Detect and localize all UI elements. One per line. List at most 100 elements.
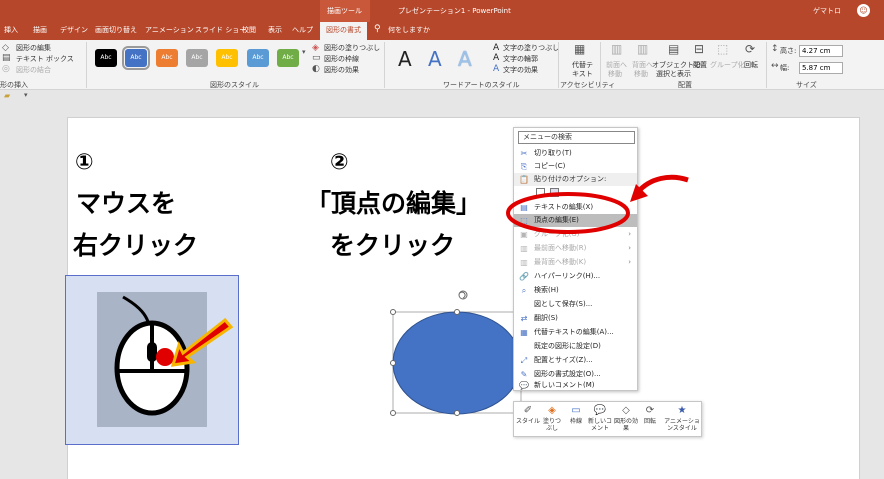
tab-view[interactable]: 表示 — [268, 25, 282, 35]
shape-effects-button[interactable]: 図形の効果 — [324, 65, 359, 75]
tell-me-box[interactable]: 何をしますか — [388, 25, 430, 35]
pointer-curve — [636, 174, 689, 194]
shape-outline-button[interactable]: 図形の枠線 — [324, 54, 359, 64]
mini-fill-button[interactable]: ◈ 塗りつぶし — [540, 404, 564, 432]
style-swatch-blue[interactable]: Abc — [122, 46, 150, 70]
text-box-button[interactable]: テキスト ボックス — [16, 54, 74, 64]
tab-animations[interactable]: アニメーション — [145, 25, 194, 35]
rotate-icon[interactable]: ⟳ — [745, 42, 755, 56]
menu-item-translate[interactable]: ⇄ 翻訳(S) — [514, 312, 637, 325]
textbox-icon[interactable]: ▤ — [2, 53, 11, 63]
mini-label: スタイル — [516, 418, 541, 425]
style-swatch-gray[interactable]: Abc — [186, 49, 208, 67]
wordart-light[interactable]: A — [458, 47, 472, 71]
send-backward-line2: 移動 — [634, 70, 648, 78]
pen-icon[interactable]: ▭ — [312, 53, 321, 63]
shape-edit-icon[interactable]: ◇ — [2, 43, 9, 53]
resize-handle[interactable] — [390, 360, 396, 366]
menu-search-input[interactable]: メニューの検索 — [518, 131, 635, 144]
paint-bucket-icon[interactable]: ◈ — [312, 43, 319, 53]
mini-effects-button[interactable]: ◇ 図形の効果 — [614, 404, 638, 432]
mini-label: 塗りつぶし — [542, 418, 562, 432]
blue-ellipse[interactable] — [392, 311, 522, 415]
menu-item-set-default[interactable]: 既定の図形に設定(D) — [514, 340, 637, 353]
ribbon-tabs: 挿入 描画 デザイン 画面切り替え アニメーション スライド ショー 校閲 表示… — [0, 22, 884, 40]
mini-rotate-button[interactable]: ⟳ 回転 — [638, 404, 662, 425]
document-title: プレゼンテーション1 - PowerPoint — [398, 7, 511, 15]
style-swatch-black[interactable]: Abc — [95, 49, 117, 67]
menu-item-save-as-picture[interactable]: 図として保存(S)... — [514, 298, 637, 311]
user-name[interactable]: ゲマトロ — [813, 6, 841, 16]
style-swatch-gold[interactable]: Abc — [216, 49, 238, 67]
tab-transitions[interactable]: 画面切り替え — [95, 25, 137, 35]
resize-handle[interactable] — [454, 410, 460, 416]
text-effects-icon[interactable]: A — [493, 64, 499, 74]
align-button[interactable]: 配置 — [693, 60, 707, 70]
shape-fill-button[interactable]: 図形の塗りつぶし — [324, 43, 380, 53]
text-effects-button[interactable]: 文字の効果 — [503, 65, 538, 75]
height-icon: ↕ — [771, 44, 779, 54]
resize-handle[interactable] — [390, 410, 396, 416]
height-label: 高さ: — [780, 47, 797, 55]
tab-insert[interactable]: 挿入 — [4, 25, 18, 35]
text-outline-icon[interactable]: A — [493, 53, 499, 63]
rotate-button[interactable]: 回転 — [744, 60, 758, 70]
menu-item-search[interactable]: ⌕ 検索(H) — [514, 284, 637, 297]
folder-icon[interactable]: ▰ — [4, 91, 10, 100]
menu-item-hyperlink[interactable]: 🔗 ハイパーリンク(H)... — [514, 270, 637, 283]
style-swatch-lightblue[interactable]: Abc — [247, 49, 269, 67]
wordart-plain[interactable]: A — [398, 47, 412, 71]
tab-help[interactable]: ヘルプ — [292, 25, 313, 35]
width-icon: ↔ — [771, 61, 779, 71]
group-button: グループ化 — [710, 61, 745, 69]
text-outline-button[interactable]: 文字の輪郭 — [503, 54, 538, 64]
align-icon[interactable]: ⊟ — [694, 42, 704, 56]
tab-draw[interactable]: 描画 — [33, 25, 47, 35]
title-bar: 描画ツール プレゼンテーション1 - PowerPoint ゲマトロ ☺ — [0, 0, 884, 22]
style-icon: ✐ — [523, 405, 533, 416]
resize-handle[interactable] — [390, 309, 396, 315]
lightbulb-icon: ⚲ — [374, 24, 381, 34]
selection-pane-icon[interactable]: ▤ — [668, 42, 679, 56]
resize-handle[interactable] — [454, 309, 460, 315]
step2-text-line2: をクリック — [330, 231, 456, 260]
menu-item-size-position[interactable]: ⤢ 配置とサイズ(Z)... — [514, 354, 637, 367]
tab-shape-format[interactable]: 図形の書式 — [320, 22, 367, 40]
style-swatch-green[interactable]: Abc — [277, 49, 299, 67]
menu-item-send-back: ▥ 最背面へ移動(K) › — [514, 256, 637, 269]
mini-animation-button[interactable]: ★ アニメーションスタイル — [664, 404, 700, 432]
menu-label: ハイパーリンク(H)... — [534, 272, 601, 280]
menu-item-new-comment[interactable]: 💬 新しいコメント(M) — [514, 379, 637, 392]
avatar[interactable]: ☺ — [857, 4, 870, 17]
menu-item-edit-alt-text[interactable]: ▦ 代替テキストの編集(A)... — [514, 326, 637, 339]
step1-text-line2: 右クリック — [73, 231, 199, 260]
width-input[interactable]: 5.87 cm — [799, 62, 843, 74]
group-icon: ⬚ — [717, 42, 729, 56]
tab-design[interactable]: デザイン — [60, 25, 88, 35]
step1-number: ① — [75, 150, 94, 175]
menu-item-cut[interactable]: ✂ 切り取り(T) — [514, 147, 637, 160]
insert-shapes-group-label: 形の挿入 — [0, 81, 28, 89]
text-fill-icon[interactable]: A — [493, 43, 499, 53]
mini-style-button[interactable]: ✐ スタイル — [516, 404, 540, 425]
mouse-wheel — [147, 342, 157, 362]
accessibility-group-label: アクセシビリティ — [560, 81, 616, 89]
wordart-blue[interactable]: A — [428, 47, 442, 71]
alt-text-icon[interactable]: ▦ — [574, 42, 585, 56]
tab-review[interactable]: 校閲 — [242, 25, 256, 35]
mini-label: 枠線 — [569, 418, 582, 425]
customize-arrow-icon[interactable]: ▾ — [24, 91, 28, 99]
style-swatch-orange[interactable]: Abc — [156, 49, 178, 67]
search-icon: ⌕ — [521, 286, 527, 295]
merge-shapes-button: 図形の結合 — [16, 66, 51, 74]
menu-label: 配置とサイズ(Z)... — [534, 356, 593, 364]
effects-icon: ◇ — [622, 405, 630, 416]
gallery-more-icon[interactable]: ▾ — [302, 48, 306, 56]
height-input[interactable]: 4.27 cm — [799, 45, 843, 57]
tab-slideshow[interactable]: スライド ショー — [195, 25, 246, 35]
text-fill-button[interactable]: 文字の塗りつぶし — [503, 43, 559, 53]
mini-outline-button[interactable]: ▭ 枠線 — [564, 404, 588, 425]
effects-icon[interactable]: ◐ — [312, 64, 320, 74]
edit-shape-button[interactable]: 図形の編集 — [16, 43, 51, 53]
mini-comment-button[interactable]: 💬 新しいコメント — [588, 404, 612, 432]
